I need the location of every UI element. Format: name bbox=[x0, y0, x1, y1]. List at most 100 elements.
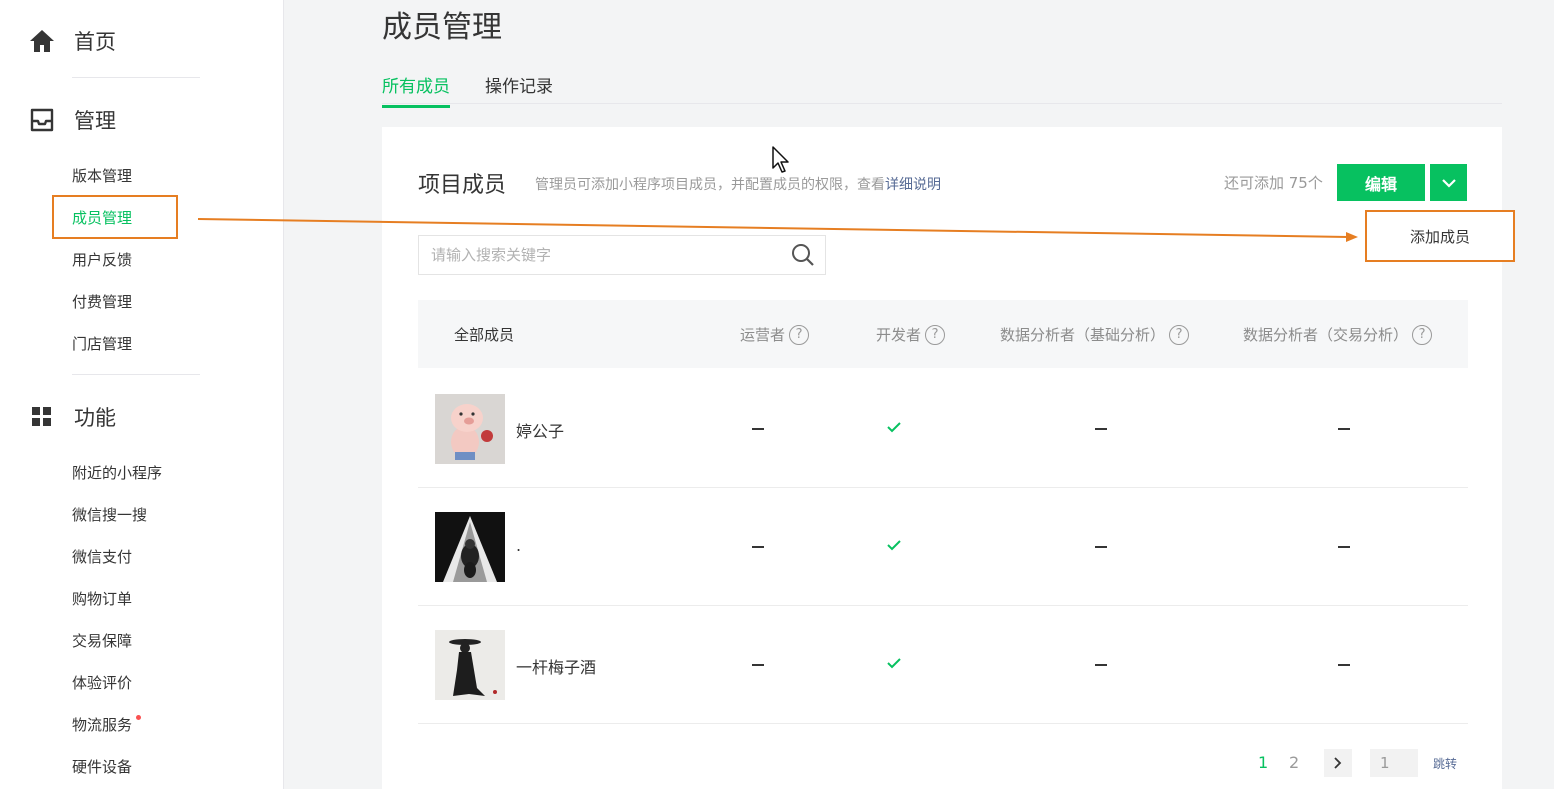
help-icon[interactable]: ? bbox=[1169, 324, 1190, 345]
role-analyst-trade bbox=[1334, 654, 1354, 666]
member-name: 一杆梅子酒 bbox=[516, 658, 597, 677]
column-label: 开发者 bbox=[876, 326, 922, 344]
chevron-right-icon bbox=[1334, 757, 1342, 769]
sidebar-divider bbox=[72, 374, 200, 375]
help-icon[interactable]: ? bbox=[789, 324, 810, 345]
role-analyst-basic bbox=[1091, 536, 1111, 548]
card-title: 项目成员 bbox=[418, 173, 507, 198]
role-operator bbox=[748, 654, 768, 666]
nav-home[interactable]: 首页 bbox=[28, 26, 116, 56]
members-card: 项目成员 管理员可添加小程序项目成员，并配置成员的权限，查看详细说明 还可添加 … bbox=[382, 127, 1502, 789]
check-icon bbox=[887, 540, 901, 551]
nav-home-label: 首页 bbox=[74, 30, 116, 54]
column-developer: 开发者? bbox=[876, 324, 946, 345]
sidebar-item-wechat-pay[interactable]: 微信支付 bbox=[72, 546, 132, 568]
sidebar-item-feedback[interactable]: 用户反馈 bbox=[72, 249, 132, 271]
check-icon bbox=[887, 422, 901, 433]
motorcycle-avatar bbox=[435, 512, 505, 582]
details-link[interactable]: 详细说明 bbox=[885, 177, 941, 193]
table-header: 全部成员 运营者? 开发者? 数据分析者（基础分析）? 数据分析者（交易分析）? bbox=[418, 300, 1468, 368]
member-name: 婷公子 bbox=[516, 422, 565, 441]
jump-button[interactable]: 跳转 bbox=[1433, 755, 1457, 772]
dash-icon bbox=[1095, 664, 1107, 666]
card-description-text: 管理员可添加小程序项目成员，并配置成员的权限，查看 bbox=[535, 177, 885, 193]
sidebar-item-payment[interactable]: 付费管理 bbox=[72, 291, 132, 313]
sidebar-item-search[interactable]: 微信搜一搜 bbox=[72, 504, 147, 526]
role-analyst-basic bbox=[1091, 654, 1111, 666]
column-label: 全部成员 bbox=[454, 326, 515, 344]
role-developer bbox=[884, 654, 904, 673]
sidebar-item-trade-guarantee[interactable]: 交易保障 bbox=[72, 630, 132, 652]
dash-icon bbox=[1338, 546, 1350, 548]
role-operator bbox=[748, 536, 768, 548]
dash-icon bbox=[752, 428, 764, 430]
column-operator: 运营者? bbox=[740, 324, 810, 345]
column-all-members: 全部成员 bbox=[454, 324, 514, 345]
role-operator bbox=[748, 418, 768, 430]
sidebar-item-stores[interactable]: 门店管理 bbox=[72, 333, 132, 355]
tab-bar: 所有成员 操作记录 bbox=[382, 66, 1502, 108]
annotation-highlight-box bbox=[52, 195, 178, 239]
dash-icon bbox=[752, 546, 764, 548]
sidebar-divider bbox=[72, 77, 200, 78]
table-row: 一杆梅子酒 bbox=[418, 606, 1468, 724]
column-analyst-basic: 数据分析者（基础分析）? bbox=[1000, 324, 1190, 345]
role-analyst-trade bbox=[1334, 536, 1354, 548]
pig-avatar bbox=[435, 394, 505, 464]
next-page-button[interactable] bbox=[1324, 749, 1352, 777]
help-icon[interactable]: ? bbox=[925, 324, 946, 345]
tab-all-members[interactable]: 所有成员 bbox=[382, 72, 450, 108]
page-jump-input[interactable]: 1 bbox=[1370, 749, 1418, 777]
inbox-icon bbox=[28, 106, 56, 134]
home-icon bbox=[28, 27, 56, 55]
nav-features-label: 功能 bbox=[74, 406, 116, 430]
nav-features[interactable]: 功能 bbox=[28, 402, 116, 432]
role-analyst-basic bbox=[1091, 418, 1111, 430]
dash-icon bbox=[1095, 428, 1107, 430]
column-label: 运营者 bbox=[740, 326, 786, 344]
dash-icon bbox=[1338, 664, 1350, 666]
role-developer bbox=[884, 536, 904, 555]
sidebar-item-logistics-label: 物流服务 bbox=[72, 716, 133, 734]
grid-icon bbox=[28, 403, 56, 431]
dash-icon bbox=[752, 664, 764, 666]
mouse-cursor-icon bbox=[772, 146, 792, 178]
sidebar-item-orders[interactable]: 购物订单 bbox=[72, 588, 132, 610]
member-quota: 还可添加 75个 bbox=[1224, 174, 1323, 192]
swordsman-avatar bbox=[435, 630, 505, 700]
chevron-down-icon bbox=[1441, 173, 1457, 192]
member-name: . bbox=[516, 536, 522, 555]
sidebar-item-version[interactable]: 版本管理 bbox=[72, 165, 132, 187]
nav-manage[interactable]: 管理 bbox=[28, 105, 116, 135]
sidebar: 首页 管理 版本管理 成员管理 用户反馈 付费管理 门店管理 功能 附近的小程序… bbox=[0, 0, 284, 789]
column-label: 数据分析者（交易分析） bbox=[1243, 326, 1409, 344]
search-input[interactable] bbox=[431, 236, 781, 274]
role-analyst-trade bbox=[1334, 418, 1354, 430]
notification-dot bbox=[136, 715, 142, 720]
dash-icon bbox=[1338, 428, 1350, 430]
sidebar-item-hardware[interactable]: 硬件设备 bbox=[72, 756, 132, 778]
card-description: 管理员可添加小程序项目成员，并配置成员的权限，查看详细说明 bbox=[535, 174, 941, 194]
role-developer bbox=[884, 418, 904, 437]
check-icon bbox=[887, 658, 901, 669]
edit-button[interactable]: 编辑 bbox=[1337, 164, 1425, 201]
table-row: 婷公子 bbox=[418, 370, 1468, 488]
page-number-1[interactable]: 1 bbox=[1258, 753, 1268, 772]
search-box bbox=[418, 235, 826, 275]
column-label: 数据分析者（基础分析） bbox=[1000, 326, 1166, 344]
dash-icon bbox=[1095, 546, 1107, 548]
sidebar-item-logistics[interactable]: 物流服务 bbox=[72, 714, 142, 736]
page-number-2[interactable]: 2 bbox=[1289, 753, 1299, 772]
help-icon[interactable]: ? bbox=[1412, 324, 1433, 345]
table-row: . bbox=[418, 488, 1468, 606]
tab-operation-log[interactable]: 操作记录 bbox=[485, 72, 553, 105]
add-member-menu-item[interactable]: 添加成员 bbox=[1365, 210, 1515, 262]
edit-dropdown-button[interactable] bbox=[1430, 164, 1467, 201]
pagination: 1 2 1 跳转 bbox=[382, 749, 1502, 779]
sidebar-item-reviews[interactable]: 体验评价 bbox=[72, 672, 132, 694]
search-icon[interactable] bbox=[791, 243, 815, 271]
nav-manage-label: 管理 bbox=[74, 109, 116, 133]
column-analyst-trade: 数据分析者（交易分析）? bbox=[1243, 324, 1433, 345]
page-title: 成员管理 bbox=[382, 10, 502, 45]
sidebar-item-nearby[interactable]: 附近的小程序 bbox=[72, 462, 162, 484]
